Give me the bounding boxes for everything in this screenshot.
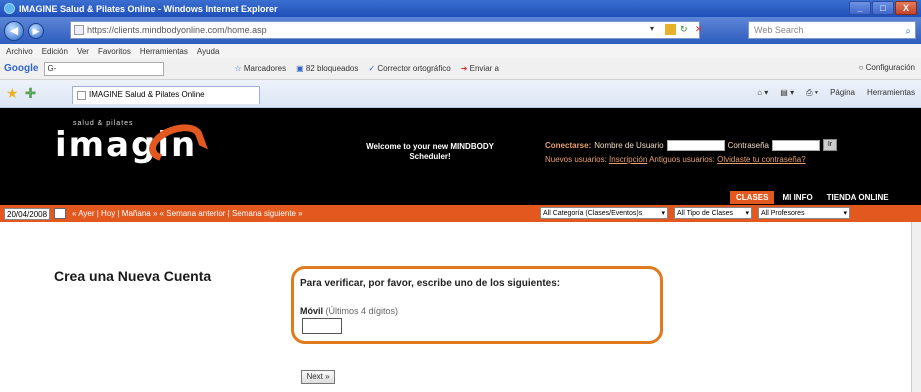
favorites-star-icon[interactable]: ★ bbox=[6, 85, 19, 102]
site-tabs: CLASES MI INFO TIENDA ONLINE bbox=[730, 191, 895, 204]
url-text: https://clients.mindbodyonline.com/home.… bbox=[87, 25, 267, 35]
site-header: salud & pilates imagin Welcome to your n… bbox=[0, 108, 921, 205]
spellcheck-button[interactable]: ✓ Corrector ortográfico bbox=[368, 64, 450, 73]
menu-file[interactable]: Archivo bbox=[6, 47, 33, 56]
tab-imagine[interactable]: IMAGINE Salud & Pilates Online bbox=[72, 86, 260, 104]
window-titlebar: IMAGINE Salud & Pilates Online - Windows… bbox=[0, 0, 921, 17]
google-toolbar-items: ☆ Marcadores ▣ 82 bloqueados ✓ Corrector… bbox=[234, 64, 499, 73]
page-icon bbox=[74, 25, 84, 35]
menu-favorites[interactable]: Favoritos bbox=[98, 47, 131, 56]
home-icon[interactable]: ⌂ ▾ bbox=[757, 88, 768, 98]
tab-classes[interactable]: CLASES bbox=[730, 191, 775, 204]
menu-bar: Archivo Edición Ver Favoritos Herramient… bbox=[0, 44, 921, 58]
new-users-label: Nuevos usuarios: bbox=[545, 155, 607, 164]
refresh-icon[interactable]: ↻ bbox=[680, 24, 691, 35]
class-type-select[interactable]: All Tipo de Clases bbox=[674, 207, 752, 219]
page-icon bbox=[77, 91, 86, 100]
add-favorite-icon[interactable]: ✚ bbox=[25, 85, 37, 102]
menu-view[interactable]: Ver bbox=[77, 47, 89, 56]
schedule-filters: All Categoría (Clases/Eventos)s All Tipo… bbox=[540, 207, 850, 219]
lock-icon[interactable] bbox=[665, 24, 676, 35]
tab-my-info[interactable]: MI INFO bbox=[776, 191, 818, 204]
bookmarks-label: Marcadores bbox=[243, 64, 287, 73]
search-placeholder: Web Search bbox=[754, 25, 804, 35]
url-tools: ▾ ↻ ✕ bbox=[650, 24, 706, 35]
login-panel: Conectarse: Nombre de Usuario Contraseña… bbox=[545, 139, 837, 164]
window-title: IMAGINE Salud & Pilates Online - Windows… bbox=[19, 3, 278, 14]
spellcheck-icon: ✓ bbox=[368, 64, 378, 73]
google-logo: Google bbox=[4, 63, 39, 74]
minimize-button[interactable]: _ bbox=[849, 1, 871, 15]
forgot-password-link[interactable]: Olvidaste tu contraseña? bbox=[717, 155, 806, 164]
menu-help[interactable]: Ayuda bbox=[197, 47, 220, 56]
verification-prompt: Para verificar, por favor, escribe uno d… bbox=[300, 278, 561, 289]
url-field[interactable]: https://clients.mindbodyonline.com/home.… bbox=[70, 21, 700, 39]
bookmarks-button[interactable]: ☆ Marcadores bbox=[234, 64, 286, 73]
next-button[interactable]: Next » bbox=[301, 370, 335, 384]
window-controls: _ □ X bbox=[849, 1, 917, 15]
menu-tools[interactable]: Herramientas bbox=[140, 47, 188, 56]
command-bar: ⌂ ▾ ▤ ▾ ⎙ ▾ Página Herramientas bbox=[757, 88, 915, 98]
schedule-bar: 20/04/2008 « Ayer | Hoy | Mañana » « Sem… bbox=[0, 205, 921, 222]
username-input[interactable] bbox=[666, 139, 725, 151]
signup-link[interactable]: Inscripción bbox=[609, 155, 647, 164]
tab-label: IMAGINE Salud & Pilates Online bbox=[89, 90, 205, 99]
spellcheck-label: Corrector ortográfico bbox=[377, 64, 451, 73]
stop-icon[interactable]: ✕ bbox=[695, 24, 706, 35]
search-icon[interactable]: ⌕ bbox=[905, 24, 911, 40]
old-users-label: Antiguos usuarios: bbox=[649, 155, 715, 164]
forward-button[interactable]: ▶ bbox=[28, 22, 44, 39]
vertical-scrollbar[interactable] bbox=[911, 222, 921, 392]
dropdown-arrow-icon[interactable]: ▾ bbox=[650, 24, 661, 35]
password-label: Contraseña bbox=[727, 140, 769, 150]
print-icon[interactable]: ⎙ ▾ bbox=[806, 88, 818, 98]
date-input[interactable]: 20/04/2008 bbox=[4, 207, 50, 220]
close-button[interactable]: X bbox=[895, 1, 917, 15]
login-go-button[interactable]: Ir bbox=[822, 139, 837, 151]
username-label: Nombre de Usuario bbox=[594, 140, 664, 150]
block-icon: ▣ bbox=[296, 64, 306, 73]
maximize-button[interactable]: □ bbox=[872, 1, 894, 15]
send-to-button[interactable]: ➜ Enviar a bbox=[461, 64, 499, 73]
tools-menu[interactable]: Herramientas bbox=[867, 88, 915, 98]
category-select[interactable]: All Categoría (Clases/Eventos)s bbox=[540, 207, 668, 219]
back-button[interactable]: ◀ bbox=[4, 20, 24, 41]
settings-label: Configuración bbox=[865, 63, 915, 72]
mobile-label: Móvil bbox=[300, 306, 324, 316]
calendar-icon[interactable] bbox=[54, 208, 66, 219]
tab-bar: ★ ✚ IMAGINE Salud & Pilates Online ⌂ ▾ ▤… bbox=[0, 80, 921, 108]
page-title: Crea una Nueva Cuenta bbox=[54, 268, 212, 284]
settings-button[interactable]: ○ Configuración bbox=[859, 63, 915, 72]
google-search-input[interactable]: G- bbox=[44, 61, 165, 76]
password-input[interactable] bbox=[771, 139, 820, 151]
welcome-message: Welcome to your new MINDBODY Scheduler! bbox=[366, 142, 494, 161]
address-bar: ◀ ▶ https://clients.mindbodyonline.com/h… bbox=[0, 17, 921, 44]
ie-icon bbox=[4, 3, 15, 14]
tab-online-store[interactable]: TIENDA ONLINE bbox=[821, 191, 895, 204]
page-menu[interactable]: Página bbox=[830, 88, 855, 98]
feeds-icon[interactable]: ▤ ▾ bbox=[780, 88, 794, 98]
gear-icon: ○ bbox=[858, 63, 866, 72]
web-search-input[interactable]: Web Search ⌕ bbox=[748, 21, 916, 39]
instructor-select[interactable]: All Profesores bbox=[758, 207, 850, 219]
star-icon: ☆ bbox=[234, 64, 244, 73]
login-label: Conectarse: bbox=[545, 140, 592, 150]
mobile-label-row: Móvil (Últimos 4 dígitos) bbox=[300, 306, 398, 316]
mobile-hint: (Últimos 4 dígitos) bbox=[325, 306, 399, 316]
send-icon: ➜ bbox=[460, 64, 470, 73]
popups-blocked-button[interactable]: ▣ 82 bloqueados bbox=[296, 64, 358, 73]
popups-blocked-label: 82 bloqueados bbox=[305, 64, 359, 73]
mobile-digits-input[interactable] bbox=[302, 318, 342, 334]
send-to-label: Enviar a bbox=[469, 64, 499, 73]
date-navigation[interactable]: « Ayer | Hoy | Mañana » « Semana anterio… bbox=[72, 209, 303, 218]
menu-edit[interactable]: Edición bbox=[42, 47, 68, 56]
google-toolbar: Google G- ☆ Marcadores ▣ 82 bloqueados ✓… bbox=[0, 58, 921, 80]
